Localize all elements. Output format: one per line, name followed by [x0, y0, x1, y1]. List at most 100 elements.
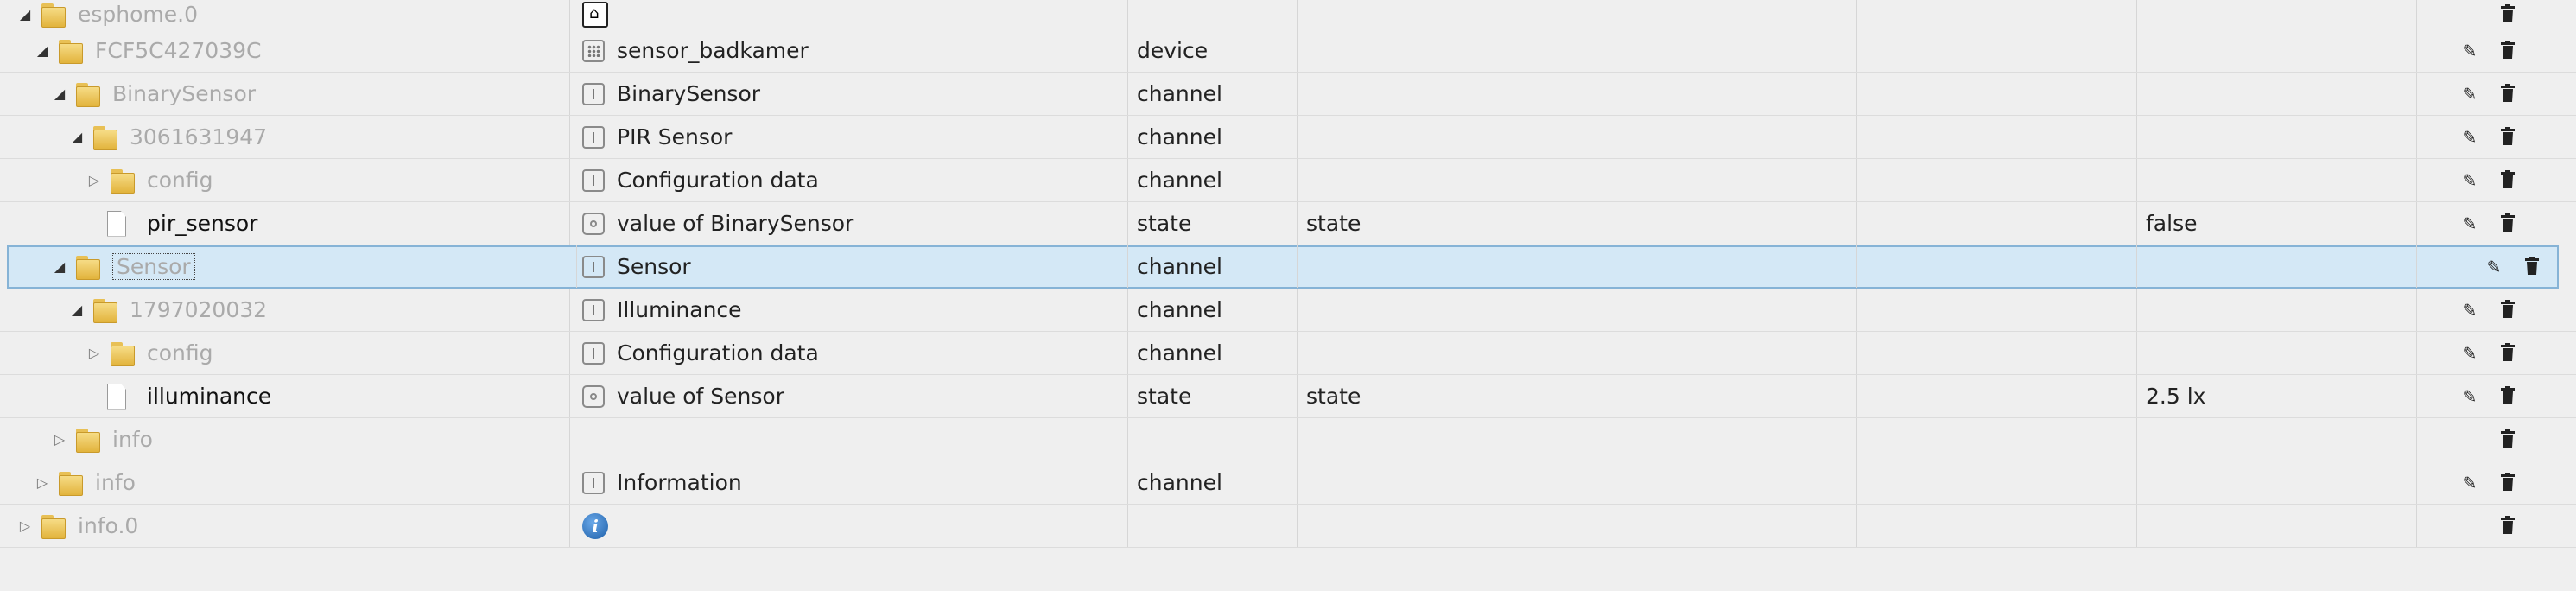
pencil-icon[interactable]: ✎: [2460, 386, 2479, 407]
role-cell: [1298, 159, 1577, 201]
collapse-toggle-icon[interactable]: ◢: [67, 302, 86, 318]
value-cell: 2.5 lx: [2137, 375, 2417, 417]
role-cell: [1298, 73, 1577, 115]
trash-icon[interactable]: [2498, 40, 2517, 61]
type-cell: device: [1128, 29, 1298, 72]
trash-icon[interactable]: [2498, 299, 2517, 321]
channel-icon: [582, 255, 605, 278]
actions-cell: ✎: [2417, 461, 2576, 504]
tree-row[interactable]: ◢ 1797020032 Illuminance channel ✎: [0, 289, 2576, 332]
tree-row[interactable]: ▷ info.0 i: [0, 505, 2576, 548]
value-cell: [2137, 418, 2417, 461]
id-cell: ◢ esphome.0: [0, 0, 570, 29]
role-cell: [1298, 0, 1577, 29]
pencil-icon[interactable]: ✎: [2460, 343, 2479, 364]
id-cell: pir_sensor: [0, 202, 570, 245]
trash-icon[interactable]: [2498, 83, 2517, 105]
collapse-toggle-icon[interactable]: ◢: [16, 6, 35, 22]
trash-icon[interactable]: [2498, 515, 2517, 537]
object-id: BinarySensor: [112, 81, 257, 106]
channel-icon: [582, 298, 605, 321]
channel-icon: [582, 82, 605, 105]
trash-icon[interactable]: [2498, 169, 2517, 191]
channel-icon: [582, 471, 605, 494]
actions-cell: ✎: [2417, 29, 2576, 72]
type-cell: channel: [1128, 461, 1298, 504]
tree-row[interactable]: ◢ BinarySensor BinarySensor channel ✎: [0, 73, 2576, 116]
tree-row[interactable]: pir_sensor value of BinarySensor state stat…: [0, 202, 2576, 245]
id-cell: ▷ info: [0, 461, 570, 504]
pencil-icon[interactable]: ✎: [2460, 84, 2479, 105]
expand-toggle-icon[interactable]: ▷: [33, 474, 52, 491]
tree-row[interactable]: ◢ esphome.0: [0, 0, 2576, 29]
actions-cell: [2417, 0, 2576, 29]
folder-icon: [111, 340, 135, 366]
pencil-icon[interactable]: ✎: [2460, 41, 2479, 61]
info-icon: i: [582, 512, 608, 539]
pencil-icon[interactable]: ✎: [2484, 257, 2503, 277]
expand-toggle-icon[interactable]: ▷: [50, 431, 69, 448]
object-id: illuminance: [147, 384, 272, 409]
expand-toggle-icon[interactable]: ▷: [85, 345, 104, 361]
object-id: info: [112, 427, 153, 452]
tree-row[interactable]: ▷ info: [0, 418, 2576, 461]
function-cell: [1857, 418, 2137, 461]
type-cell: [1128, 0, 1298, 29]
tree-row[interactable]: ▷ config Configuration data channel ✎: [0, 332, 2576, 375]
collapse-toggle-icon[interactable]: ◢: [50, 86, 69, 102]
trash-icon[interactable]: [2522, 256, 2541, 277]
type-cell: channel: [1128, 332, 1298, 374]
actions-cell: ✎: [2417, 375, 2576, 417]
type-cell: channel: [1128, 245, 1298, 288]
pencil-icon[interactable]: ✎: [2460, 300, 2479, 321]
type-cell: channel: [1128, 116, 1298, 158]
tree-row[interactable]: ◢ FCF5C427039C sensor_badkamer device ✎: [0, 29, 2576, 73]
trash-icon[interactable]: [2498, 126, 2517, 148]
actions-cell: ✎: [2417, 159, 2576, 201]
trash-icon[interactable]: [2498, 3, 2517, 25]
trash-icon[interactable]: [2498, 472, 2517, 493]
object-name: Information: [617, 470, 742, 495]
actions-cell: ✎: [2417, 202, 2576, 245]
type-cell: state: [1128, 375, 1298, 417]
collapse-toggle-icon[interactable]: ◢: [67, 129, 86, 145]
role-cell: [1298, 29, 1577, 72]
tree-row[interactable]: ◢ Sensor Sensor channel ✎: [7, 245, 2559, 289]
name-cell: Information: [570, 461, 1128, 504]
room-cell: [1577, 159, 1857, 201]
pencil-icon[interactable]: ✎: [2460, 170, 2479, 191]
pencil-icon[interactable]: ✎: [2460, 213, 2479, 234]
object-name: value of BinarySensor: [617, 211, 854, 236]
value-cell: false: [2137, 202, 2417, 245]
chip-icon: [582, 1, 608, 28]
tree-row[interactable]: illuminance value of Sensor state state 2.5 …: [0, 375, 2576, 418]
function-cell: [1857, 29, 2137, 72]
trash-icon[interactable]: [2498, 213, 2517, 234]
room-cell: [1577, 289, 1857, 331]
object-id: pir_sensor: [147, 211, 258, 236]
expand-toggle-icon[interactable]: ▷: [16, 518, 35, 534]
tree-row[interactable]: ▷ config Configuration data channel ✎: [0, 159, 2576, 202]
pencil-icon[interactable]: ✎: [2460, 473, 2479, 493]
pencil-icon[interactable]: ✎: [2460, 127, 2479, 148]
name-cell: [570, 0, 1128, 29]
folder-icon: [76, 254, 100, 280]
device-icon: [582, 39, 605, 62]
trash-icon[interactable]: [2498, 429, 2517, 450]
name-cell: value of Sensor: [570, 375, 1128, 417]
tree-row[interactable]: ▷ info Information channel ✎: [0, 461, 2576, 505]
channel-icon: [582, 341, 605, 365]
tree-row[interactable]: ◢ 3061631947 PIR Sensor channel ✎: [0, 116, 2576, 159]
name-cell: PIR Sensor: [570, 116, 1128, 158]
trash-icon[interactable]: [2498, 385, 2517, 407]
expand-toggle-icon[interactable]: ▷: [85, 172, 104, 188]
collapse-toggle-icon[interactable]: ◢: [50, 258, 69, 275]
trash-icon[interactable]: [2498, 342, 2517, 364]
collapse-toggle-icon[interactable]: ◢: [33, 42, 52, 59]
state-icon: [582, 384, 605, 408]
actions-cell: ✎: [2417, 73, 2576, 115]
object-id: info: [95, 470, 136, 495]
room-cell: [1577, 332, 1857, 374]
function-cell: [1857, 289, 2137, 331]
id-cell: ▷ info.0: [0, 505, 570, 547]
